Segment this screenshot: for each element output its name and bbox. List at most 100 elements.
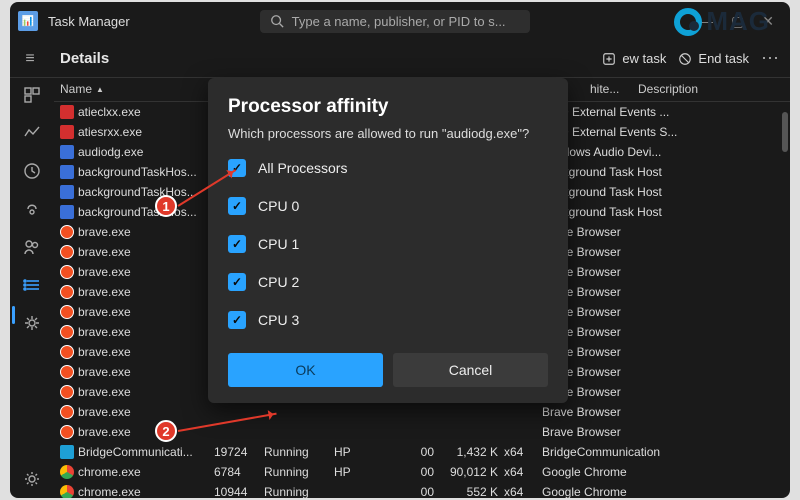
process-name: brave.exe	[78, 265, 131, 279]
affinity-checkbox[interactable]: ✓ CPU 3	[228, 311, 548, 329]
process-name: brave.exe	[78, 325, 131, 339]
toolbar: ≡ Details ew task End task ⋯	[10, 40, 790, 78]
process-name: atiesrxx.exe	[78, 125, 142, 139]
plus-box-icon	[602, 52, 616, 66]
table-row[interactable]: BridgeCommunicati...19724RunningHP001,43…	[54, 442, 790, 462]
process-name: brave.exe	[78, 305, 131, 319]
description: Background Task Host	[534, 205, 790, 219]
sidebar	[10, 78, 54, 498]
description: Brave Browser	[534, 345, 790, 359]
process-name: backgroundTaskHos...	[78, 185, 197, 199]
startup-icon[interactable]	[23, 200, 41, 218]
checkbox-label: CPU 0	[258, 198, 299, 214]
col-description[interactable]: Description	[630, 82, 790, 96]
section-title: Details	[50, 50, 109, 67]
processor-affinity-dialog: Processor affinity Which processors are …	[208, 78, 568, 403]
description: Windows Audio Devi...	[534, 145, 790, 159]
description: Brave Browser	[534, 385, 790, 399]
description: Brave Browser	[534, 325, 790, 339]
pid: 10944	[214, 485, 264, 498]
process-name: brave.exe	[78, 385, 131, 399]
process-icon	[60, 245, 74, 259]
description: Brave Browser	[534, 405, 790, 419]
active-indicator	[12, 306, 15, 324]
cpu: 00	[404, 445, 434, 459]
pid: 19724	[214, 445, 264, 459]
menu-button[interactable]: ≡	[10, 50, 50, 68]
affinity-checkbox[interactable]: ✓All Processors	[228, 159, 548, 177]
table-row[interactable]: chrome.exe10944Running00552 Kx64Google C…	[54, 482, 790, 498]
end-icon	[678, 52, 692, 66]
process-icon	[60, 165, 74, 179]
affinity-checkbox[interactable]: ✓CPU 0	[228, 197, 548, 215]
process-icon	[60, 205, 74, 219]
description: BridgeCommunication	[534, 445, 790, 459]
description: AMD External Events ...	[534, 105, 790, 119]
arch: x64	[504, 445, 534, 459]
affinity-checkbox[interactable]: ✓CPU 1	[228, 235, 548, 253]
services-icon[interactable]	[23, 314, 41, 332]
process-icon	[60, 485, 74, 498]
col-name[interactable]: Name	[60, 82, 92, 96]
search-icon	[270, 14, 284, 28]
process-icon	[60, 105, 74, 119]
process-icon	[60, 385, 74, 399]
checkbox-icon: ✓	[228, 273, 246, 291]
process-name: brave.exe	[78, 345, 131, 359]
checkbox-icon: ✓	[228, 235, 246, 253]
description: AMD External Events S...	[534, 125, 790, 139]
process-icon	[60, 445, 74, 459]
table-row[interactable]: chrome.exe6784RunningHP0090,012 Kx64Goog…	[54, 462, 790, 482]
description: Google Chrome	[534, 465, 790, 479]
history-icon[interactable]	[23, 162, 41, 180]
pcmag-logo: MAG	[674, 6, 770, 37]
affinity-checkbox[interactable]: ✓CPU 2	[228, 273, 548, 291]
pid: 6784	[214, 465, 264, 479]
process-icon	[60, 325, 74, 339]
process-icon	[60, 345, 74, 359]
search-placeholder: Type a name, publisher, or PID to s...	[292, 14, 506, 29]
logo-circle-icon	[674, 8, 702, 36]
description: Brave Browser	[534, 425, 790, 439]
process-name: chrome.exe	[78, 485, 141, 498]
checkbox-label: All Processors	[258, 160, 347, 176]
cancel-button[interactable]: Cancel	[393, 353, 548, 387]
processes-icon[interactable]	[23, 86, 41, 104]
process-name: brave.exe	[78, 405, 131, 419]
details-icon[interactable]	[23, 276, 41, 294]
ok-button[interactable]: OK	[228, 353, 383, 387]
memory: 90,012 K	[434, 465, 504, 479]
new-task-button[interactable]: ew task	[602, 51, 666, 66]
memory: 1,432 K	[434, 445, 504, 459]
hp: HP	[334, 445, 404, 459]
settings-icon[interactable]	[23, 470, 41, 488]
status: Running	[264, 485, 334, 498]
search-input[interactable]: Type a name, publisher, or PID to s...	[260, 10, 530, 33]
cpu: 00	[404, 465, 434, 479]
description: Brave Browser	[534, 225, 790, 239]
status: Running	[264, 465, 334, 479]
description: Background Task Host	[534, 165, 790, 179]
process-name: brave.exe	[78, 425, 131, 439]
description: Brave Browser	[534, 365, 790, 379]
checkbox-label: CPU 3	[258, 312, 299, 328]
hp: HP	[334, 465, 404, 479]
process-icon	[60, 225, 74, 239]
process-name: atieclxx.exe	[78, 105, 141, 119]
process-icon	[60, 265, 74, 279]
scrollbar-thumb[interactable]	[782, 112, 788, 152]
col-architecture[interactable]: hite...	[590, 82, 630, 96]
process-name: audiodg.exe	[78, 145, 143, 159]
process-icon	[60, 365, 74, 379]
users-icon[interactable]	[23, 238, 41, 256]
description: Brave Browser	[534, 305, 790, 319]
process-name: BridgeCommunicati...	[78, 445, 193, 459]
checkbox-icon: ✓	[228, 311, 246, 329]
table-row[interactable]: brave.exe Brave Browser	[54, 402, 790, 422]
end-task-button[interactable]: End task	[678, 51, 749, 66]
dialog-title: Processor affinity	[228, 96, 548, 118]
description: Background Task Host	[534, 185, 790, 199]
description: Google Chrome	[534, 485, 790, 498]
performance-icon[interactable]	[23, 124, 41, 142]
overflow-menu[interactable]: ⋯	[761, 48, 780, 69]
